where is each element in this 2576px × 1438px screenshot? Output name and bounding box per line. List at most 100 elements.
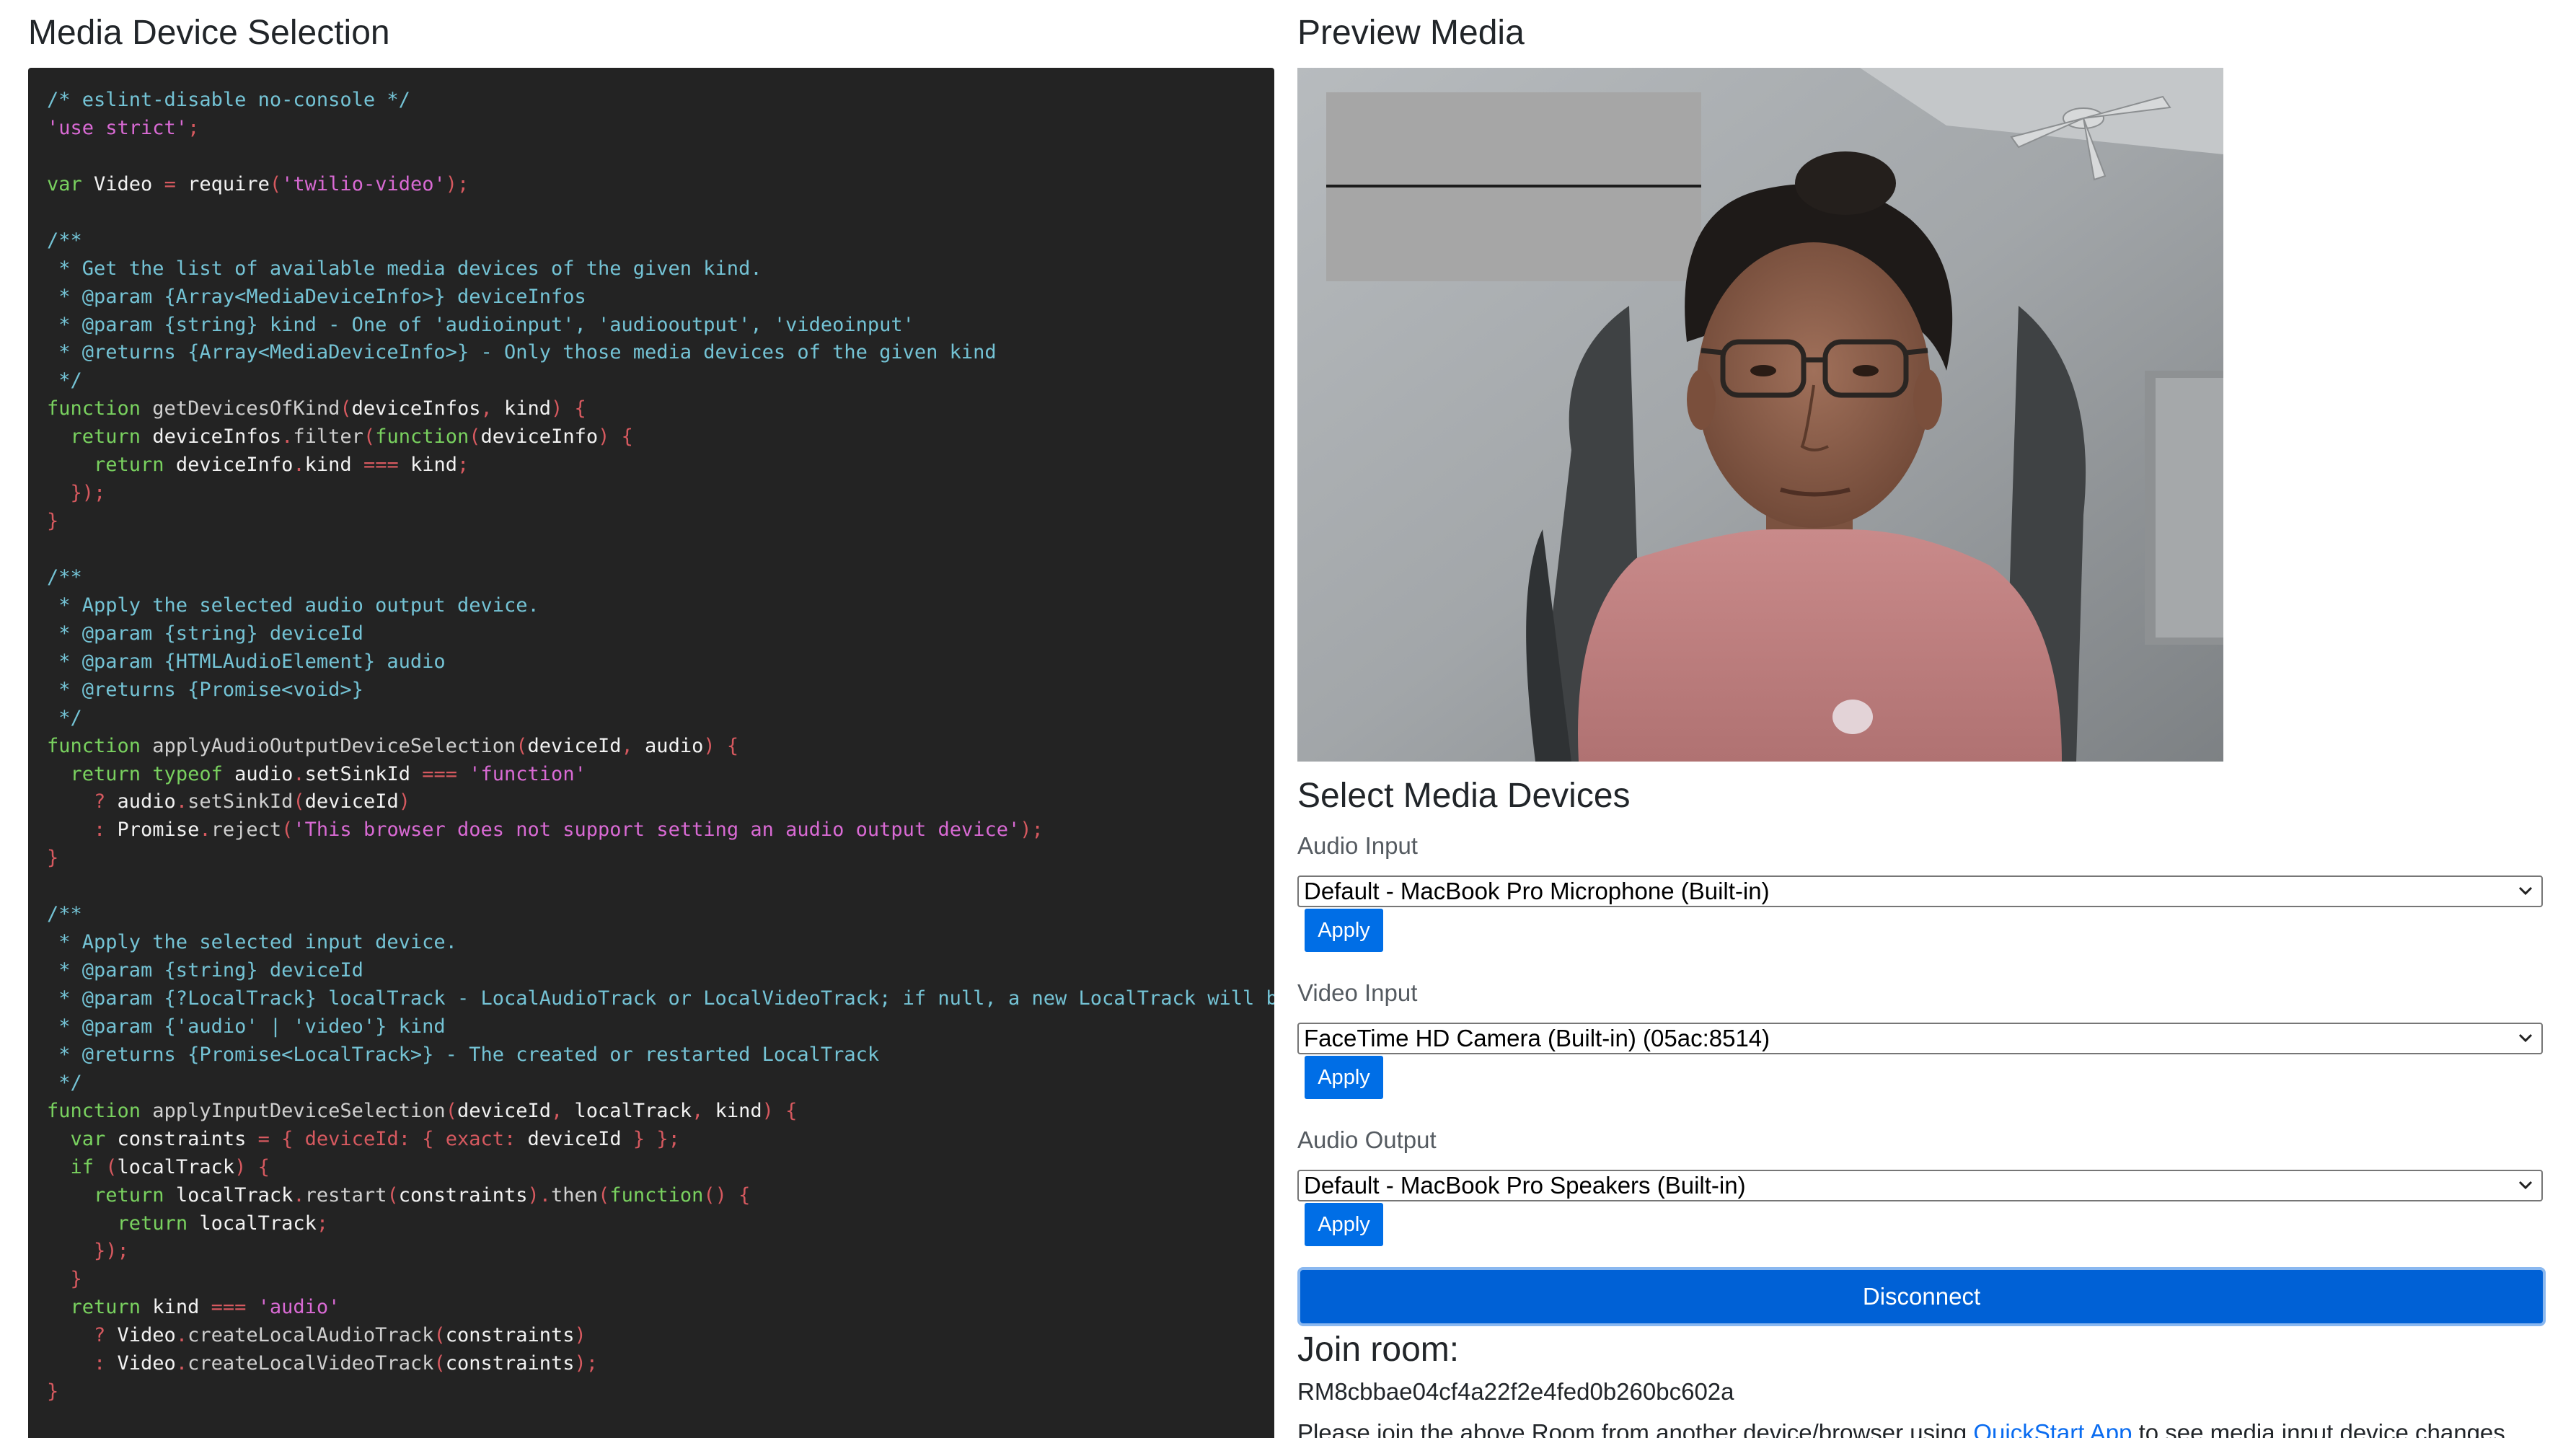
code-token: } [47, 1380, 59, 1403]
code-line: */ [47, 367, 1274, 395]
code-line: return typeof audio.setSinkId === 'funct… [47, 761, 1274, 789]
code-token: , [551, 1099, 563, 1122]
code-token: kind [492, 397, 552, 420]
audio-output-select[interactable]: Default - MacBook Pro Speakers (Built-in… [1297, 1170, 2543, 1201]
code-token: ( [445, 1099, 457, 1122]
code-token: } [47, 847, 59, 870]
code-token: deviceInfos [351, 397, 481, 420]
code-line: var constraints = { deviceId: { exact: d… [47, 1126, 1274, 1154]
code-token: } [47, 1268, 82, 1291]
code-token: return [94, 1183, 164, 1207]
code-block: /* eslint-disable no-console */ 'use stri… [28, 68, 1274, 1406]
code-token: * @param {Array<MediaDeviceInfo>} device… [47, 285, 586, 308]
quickstart-app-link[interactable]: QuickStart App [1973, 1419, 2132, 1438]
code-line: : Promise.reject('This browser does not … [47, 816, 1274, 844]
code-token: return [70, 762, 141, 785]
code-line: return deviceInfo.kind === kind; [47, 451, 1274, 480]
code-token: * Apply the selected audio output device… [47, 594, 539, 617]
code-token: deviceInfo [164, 454, 294, 477]
code-token: ) [398, 790, 410, 813]
code-token: * @returns {Promise<LocalTrack>} - The c… [47, 1043, 880, 1066]
code-line: * Get the list of available media device… [47, 255, 1274, 283]
code-token: function [609, 1183, 704, 1207]
chevron-down-icon [2518, 1033, 2533, 1043]
code-line: function applyAudioOutputDeviceSelection… [47, 733, 1274, 761]
code-token: 'This browser does not support setting a… [293, 819, 1020, 842]
code-token: ( [94, 1155, 118, 1178]
code-token: then [551, 1183, 599, 1207]
code-token: = [164, 172, 176, 195]
code-line: * @returns {Array<MediaDeviceInfo>} - On… [47, 339, 1274, 367]
code-token: getDevicesOfKind [141, 397, 340, 420]
code-token: constraints [445, 1324, 575, 1347]
code-token: === [363, 454, 399, 477]
code-token: ); [445, 172, 469, 195]
code-line: if (localTrack) { [47, 1154, 1274, 1182]
code-token: */ [47, 369, 82, 392]
code-token: } [47, 510, 59, 533]
audio-input-select[interactable]: Default - MacBook Pro Microphone (Built-… [1297, 875, 2543, 907]
code-token: } }; [632, 1127, 680, 1150]
code-token: , [692, 1099, 704, 1122]
code-token: /** [47, 229, 82, 252]
code-line: * Apply the selected input device. [47, 929, 1274, 957]
code-token: ? [47, 1324, 106, 1347]
code-token: reject [211, 819, 282, 842]
code-token: localTrack [188, 1212, 317, 1235]
code-token: return [70, 1296, 141, 1319]
code-token: , [621, 734, 633, 757]
apply-audio-input-button[interactable]: Apply [1305, 909, 1383, 952]
code-token: deviceId [304, 790, 399, 813]
webcam-feed-image [1297, 68, 2223, 762]
code-token: * Apply the selected input device. [47, 931, 457, 954]
code-token: ; [188, 116, 200, 139]
apply-video-input-button[interactable]: Apply [1305, 1056, 1383, 1099]
code-token: === [211, 1296, 247, 1319]
code-token: }); [47, 482, 106, 505]
code-token: * @param {string} deviceId [47, 622, 363, 645]
code-line: * @param {string} deviceId [47, 620, 1274, 648]
code-token: deviceId: [293, 1127, 410, 1150]
code-token: Video [105, 1352, 176, 1375]
code-line: */ [47, 1069, 1274, 1098]
code-token: . [293, 454, 305, 477]
code-token: applyInputDeviceSelection [141, 1099, 446, 1122]
code-token: ; [316, 1212, 329, 1235]
code-token: kind [398, 454, 457, 477]
code-token: typeof [141, 762, 223, 785]
code-line: * @param {HTMLAudioElement} audio [47, 648, 1274, 676]
code-token: () { [703, 1183, 751, 1207]
code-token: kind [141, 1296, 211, 1319]
video-input-label: Video Input [1297, 979, 1418, 1006]
audio-output-value: Default - MacBook Pro Speakers (Built-in… [1304, 1172, 1746, 1199]
code-token: ( [469, 425, 481, 449]
code-token: exact: [433, 1127, 516, 1150]
code-line: * @param {Array<MediaDeviceInfo>} device… [47, 283, 1274, 312]
apply-audio-output-button[interactable]: Apply [1305, 1203, 1383, 1246]
code-line: }); [47, 1238, 1274, 1266]
code-token: ( [269, 172, 282, 195]
video-input-value: FaceTime HD Camera (Built-in) (05ac:8514… [1304, 1025, 1770, 1051]
code-token: ( [363, 425, 376, 449]
code-token: var [47, 172, 82, 195]
code-token: deviceId [516, 1127, 633, 1150]
chevron-down-icon [2518, 886, 2533, 896]
code-line: var Video = require('twilio-video'); [47, 171, 1274, 199]
code-token: ); [1020, 819, 1044, 842]
code-token: constraints [398, 1183, 528, 1207]
video-input-select[interactable]: FaceTime HD Camera (Built-in) (05ac:8514… [1297, 1023, 2543, 1054]
code-token: ) { [762, 1099, 798, 1122]
code-token: kind [703, 1099, 762, 1122]
code-token: Video [81, 172, 164, 195]
disconnect-button[interactable]: Disconnect [1297, 1267, 2546, 1326]
code-token: function [47, 1099, 141, 1122]
code-line: * @param {string} kind - One of 'audioin… [47, 312, 1274, 340]
preview-section-title: Preview Media [1297, 14, 1525, 52]
code-panel[interactable]: /* eslint-disable no-console */ 'use stri… [28, 68, 1274, 1438]
code-token: setSinkId [188, 790, 294, 813]
